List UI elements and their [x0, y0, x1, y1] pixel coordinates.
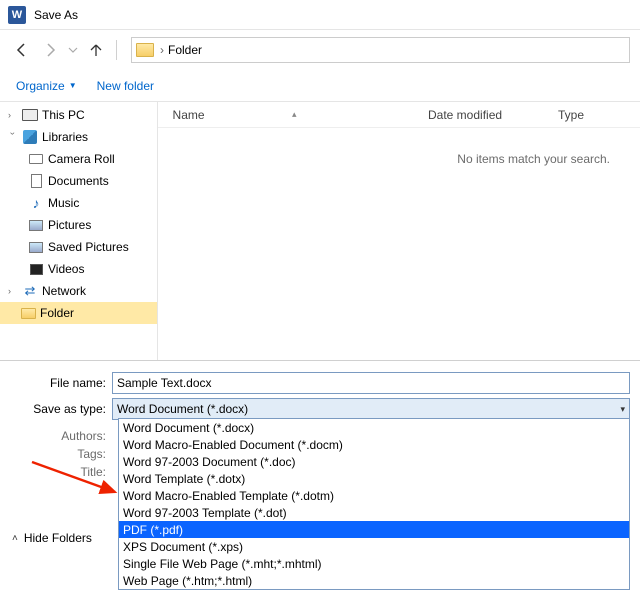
type-option[interactable]: Word 97-2003 Document (*.doc): [119, 453, 629, 470]
list-header: ▴ Name Date modified Type: [158, 102, 640, 128]
video-icon: [28, 261, 44, 277]
tree-label: Camera Roll: [48, 152, 115, 166]
authors-label: Authors:: [0, 427, 106, 445]
toolbar: Organize ▼ New folder: [0, 70, 640, 102]
chevron-down-icon: ▾: [620, 404, 625, 415]
pictures-icon: [28, 217, 44, 233]
type-option[interactable]: XPS Document (*.xps): [119, 538, 629, 555]
type-option[interactable]: Word Document (*.docx): [119, 419, 629, 436]
tree-item-videos[interactable]: Videos: [0, 258, 157, 280]
tree-item-this-pc[interactable]: › This PC: [0, 104, 157, 126]
up-button[interactable]: [84, 38, 108, 62]
camera-icon: [28, 151, 44, 167]
network-icon: ⇄: [22, 283, 38, 299]
tree-label: Saved Pictures: [48, 240, 129, 254]
chevron-up-icon: ˄: [12, 533, 18, 544]
type-option[interactable]: Web Page (*.htm;*.html): [119, 572, 629, 589]
tree-item-music[interactable]: ♪ Music: [0, 192, 157, 214]
forward-button[interactable]: [38, 38, 62, 62]
folder-icon: [136, 43, 154, 57]
tree-item-camera-roll[interactable]: Camera Roll: [0, 148, 157, 170]
main-area: › This PC › Libraries Camera Roll Docume…: [0, 102, 640, 360]
title-label: Title:: [0, 463, 106, 481]
tree-label: Videos: [48, 262, 84, 276]
expand-icon[interactable]: ›: [8, 286, 18, 296]
navbar: › Folder: [0, 30, 640, 70]
sort-indicator-icon: ▴: [292, 109, 297, 120]
type-option[interactable]: Word Template (*.dotx): [119, 470, 629, 487]
type-option[interactable]: Word 97-2003 Template (*.dot): [119, 504, 629, 521]
titlebar: W Save As: [0, 0, 640, 30]
column-header-name[interactable]: ▴ Name: [158, 108, 418, 122]
bottom-panel: File name: Save as type: Word Document (…: [0, 360, 640, 481]
music-icon: ♪: [28, 195, 44, 211]
chevron-right-icon[interactable]: ›: [156, 43, 168, 57]
type-option[interactable]: Word Macro-Enabled Document (*.docm): [119, 436, 629, 453]
breadcrumb-item[interactable]: Folder: [168, 43, 202, 57]
recent-locations-button[interactable]: [66, 38, 80, 62]
type-option[interactable]: Single File Web Page (*.mht;*.mhtml): [119, 555, 629, 572]
column-header-type[interactable]: Type: [548, 108, 640, 122]
back-button[interactable]: [10, 38, 34, 62]
tree-item-pictures[interactable]: Pictures: [0, 214, 157, 236]
tree-label: Pictures: [48, 218, 91, 232]
combo-value: Word Document (*.docx): [117, 402, 248, 416]
window-title: Save As: [34, 8, 78, 22]
tree-label: Documents: [48, 174, 109, 188]
tree-label: Music: [48, 196, 79, 210]
folder-tree[interactable]: › This PC › Libraries Camera Roll Docume…: [0, 102, 158, 360]
tree-label: Folder: [40, 306, 74, 320]
filename-label: File name:: [0, 376, 112, 390]
pc-icon: [22, 107, 38, 123]
folder-icon: [20, 305, 36, 321]
nav-separator: [116, 40, 117, 60]
saveastype-combo[interactable]: Word Document (*.docx) ▾: [112, 398, 630, 420]
filename-input[interactable]: [112, 372, 630, 394]
tags-label: Tags:: [0, 445, 106, 463]
word-app-icon: W: [8, 6, 26, 24]
type-option[interactable]: PDF (*.pdf): [119, 521, 629, 538]
tree-item-saved-pictures[interactable]: Saved Pictures: [0, 236, 157, 258]
tree-item-libraries[interactable]: › Libraries: [0, 126, 157, 148]
tree-item-folder[interactable]: Folder: [0, 302, 157, 324]
hide-folders-label: Hide Folders: [24, 531, 92, 545]
empty-message: No items match your search.: [158, 128, 640, 166]
tree-item-documents[interactable]: Documents: [0, 170, 157, 192]
pictures-icon: [28, 239, 44, 255]
hide-folders-button[interactable]: ˄ Hide Folders: [12, 531, 92, 545]
file-list[interactable]: ▴ Name Date modified Type No items match…: [158, 102, 640, 360]
organize-label: Organize: [16, 79, 65, 93]
chevron-down-icon: ▼: [69, 81, 77, 90]
column-label: Name: [173, 108, 205, 122]
document-icon: [28, 173, 44, 189]
expand-icon[interactable]: ›: [8, 110, 18, 120]
saveastype-dropdown[interactable]: Word Document (*.docx)Word Macro-Enabled…: [118, 418, 630, 590]
libraries-icon: [22, 129, 38, 145]
tree-label: Libraries: [42, 130, 88, 144]
organize-button[interactable]: Organize ▼: [16, 79, 77, 93]
collapse-icon[interactable]: ›: [8, 132, 18, 142]
new-folder-button[interactable]: New folder: [97, 79, 154, 93]
type-option[interactable]: Word Macro-Enabled Template (*.dotm): [119, 487, 629, 504]
address-bar[interactable]: › Folder: [131, 37, 630, 63]
column-header-date[interactable]: Date modified: [418, 108, 548, 122]
tree-item-network[interactable]: › ⇄ Network: [0, 280, 157, 302]
tree-label: This PC: [42, 108, 85, 122]
saveastype-label: Save as type:: [0, 402, 112, 416]
tree-label: Network: [42, 284, 86, 298]
